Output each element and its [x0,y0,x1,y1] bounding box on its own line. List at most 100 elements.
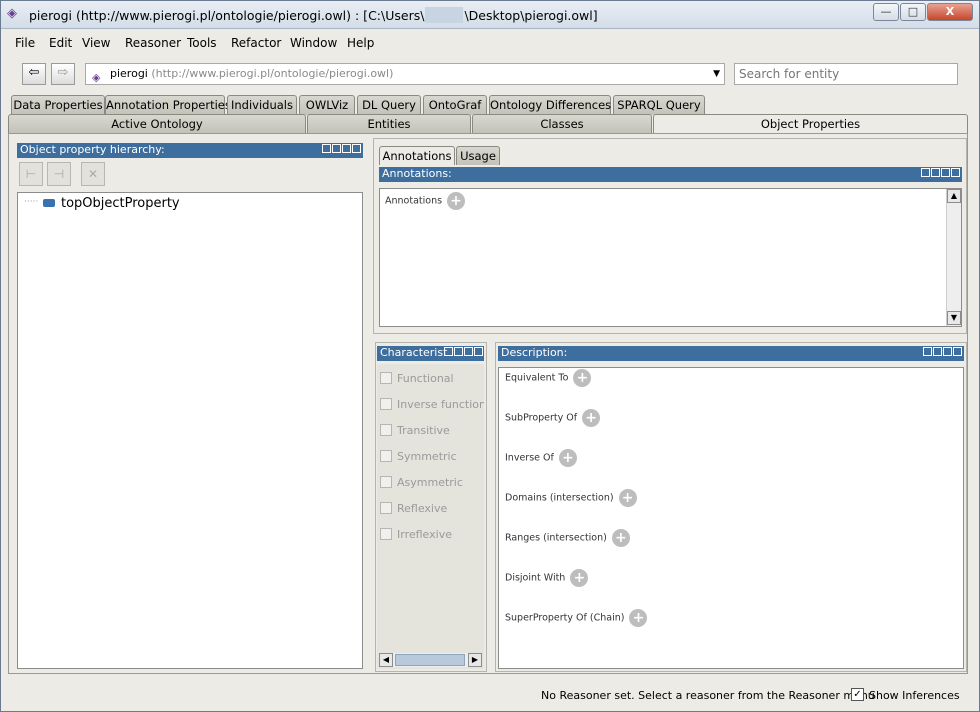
characteristics-h-scrollbar[interactable]: ◀ ▶ [379,653,482,667]
pin-icon[interactable] [444,347,453,356]
window-title: pierogi (http://www.pierogi.pl/ontologie… [29,7,598,23]
minimize-panel-icon[interactable] [454,347,463,356]
tab-active-ontology[interactable]: Active Ontology [8,114,306,133]
close-panel-icon[interactable] [474,347,483,356]
menu-file[interactable]: File [15,36,35,50]
menu-refactor[interactable]: Refactor [231,36,281,50]
forward-button[interactable]: ⇨ [51,63,75,85]
annotations-section: Annotations + [385,192,466,210]
characteristic-functional: Functional [380,372,454,385]
characteristics-panel-title-text: Characterist [380,346,448,359]
reflexive-checkbox [380,502,392,514]
pin-icon[interactable] [921,168,930,177]
menu-window[interactable]: Window [290,36,337,50]
minimize-panel-icon[interactable] [332,144,341,153]
maximize-button[interactable]: □ [900,3,926,21]
search-entity-input[interactable] [734,63,958,85]
inverse-functional-checkbox [380,398,392,410]
tree-node-top-object-property[interactable]: ····· topObjectProperty [24,196,180,211]
maximize-panel-icon[interactable] [941,168,950,177]
menu-reasoner[interactable]: Reasoner [125,36,181,50]
object-property-icon [43,199,56,207]
scroll-up-icon[interactable]: ▲ [947,189,961,203]
characteristic-irreflexive: Irreflexive [380,528,452,541]
minimize-panel-icon[interactable] [931,168,940,177]
scroll-down-icon[interactable]: ▼ [947,311,961,325]
pin-icon[interactable] [322,144,331,153]
annotations-panel-title-text: Annotations: [382,167,452,180]
maximize-panel-icon[interactable] [342,144,351,153]
pin-icon[interactable] [923,347,932,356]
minimize-button[interactable]: — [873,3,899,21]
tab-entities[interactable]: Entities [307,114,471,133]
menu-bar: File Edit View Reasoner Tools Refactor W… [7,33,973,55]
subtab-annotations[interactable]: Annotations [379,146,455,165]
maximize-panel-icon[interactable] [943,347,952,356]
close-panel-icon[interactable] [953,347,962,356]
characteristics-list: Functional Inverse functional Transitive… [377,364,484,669]
close-panel-icon[interactable] [951,168,960,177]
arrow-left-icon: ⇦ [28,65,40,80]
section-domains: Domains (intersection) + [505,489,637,507]
tab-dl-query[interactable]: DL Query [357,95,421,115]
tab-ontology-differences[interactable]: Ontology Differences [489,95,611,115]
show-inferences-checkbox[interactable]: ✓ [851,688,864,701]
ontology-iri: (http://www.pierogi.pl/ontologie/pierogi… [151,67,394,80]
add-disjoint-button[interactable]: + [570,569,589,587]
tab-data-properties[interactable]: Data Properties [11,95,105,115]
scroll-thumb[interactable] [395,654,465,666]
scroll-left-icon[interactable]: ◀ [379,653,393,667]
tab-owlviz[interactable]: OWLViz [299,95,355,115]
description-panel-title: Description: [498,346,964,361]
tab-annotation-properties[interactable]: Annotation Properties [105,95,231,115]
close-button[interactable]: X [927,3,973,21]
menu-edit[interactable]: Edit [49,36,72,50]
arrow-right-icon: ⇨ [57,65,69,80]
add-annotation-button[interactable]: + [447,192,466,210]
scroll-right-icon[interactable]: ▶ [468,653,482,667]
tab-sparql-query[interactable]: SPARQL Query [613,95,705,115]
back-button[interactable]: ⇦ [22,63,46,85]
add-sibling-property-button[interactable]: ⊣ [47,162,71,186]
add-superproperty-button[interactable]: + [582,409,601,427]
description-list[interactable]: Equivalent To + SubProperty Of + Inverse O… [498,367,964,669]
panel-window-controls[interactable] [321,144,361,158]
maximize-panel-icon[interactable] [464,347,473,356]
annotations-scrollbar[interactable]: ▲ ▼ [946,189,961,326]
subtab-usage[interactable]: Usage [456,146,500,165]
minimize-panel-icon[interactable] [933,347,942,356]
add-equivalent-button[interactable]: + [573,369,592,387]
tab-individuals[interactable]: Individuals [227,95,297,115]
tab-classes[interactable]: Classes [472,114,652,133]
section-label: Domains (intersection) [505,492,614,504]
hierarchy-panel-title: Object property hierarchy: [17,143,363,158]
title-bar[interactable]: ◈ pierogi (http://www.pierogi.pl/ontolog… [1,1,979,29]
menu-help[interactable]: Help [347,36,374,50]
panel-window-controls[interactable] [920,168,960,182]
delete-property-button[interactable]: ✕ [81,162,105,186]
object-property-tree[interactable]: ····· topObjectProperty [17,192,363,669]
add-range-button[interactable]: + [611,529,630,547]
close-panel-icon[interactable] [352,144,361,153]
application-window: ◈ pierogi (http://www.pierogi.pl/ontolog… [0,0,980,712]
add-inverse-button[interactable]: + [558,449,577,467]
tab-ontograf[interactable]: OntoGraf [423,95,487,115]
panel-window-controls[interactable] [443,347,483,361]
menu-tools[interactable]: Tools [187,36,217,50]
menu-view[interactable]: View [82,36,110,50]
protege-logo-icon: ◈ [7,6,17,21]
add-sub-property-button[interactable]: ⊢ [19,162,43,186]
characteristic-inverse-functional: Inverse functional [380,398,484,411]
description-panel-title-text: Description: [501,346,568,359]
characteristic-label: Transitive [397,424,450,437]
show-inferences-label: Show Inferences [869,689,960,702]
navigation-bar: ⇦ ⇨ ◈ pierogi (http://www.pierogi.pl/ont… [13,59,969,89]
annotations-list[interactable]: Annotations + ▲ ▼ [379,188,962,327]
add-domain-button[interactable]: + [618,489,637,507]
active-ontology-selector[interactable]: ◈ pierogi (http://www.pierogi.pl/ontolog… [85,63,725,85]
tab-object-properties[interactable]: Object Properties [653,114,968,133]
annotations-label: Annotations [385,195,443,207]
section-subproperty-of: SubProperty Of + [505,409,601,427]
panel-window-controls[interactable] [922,347,962,361]
add-chain-button[interactable]: + [629,609,648,627]
